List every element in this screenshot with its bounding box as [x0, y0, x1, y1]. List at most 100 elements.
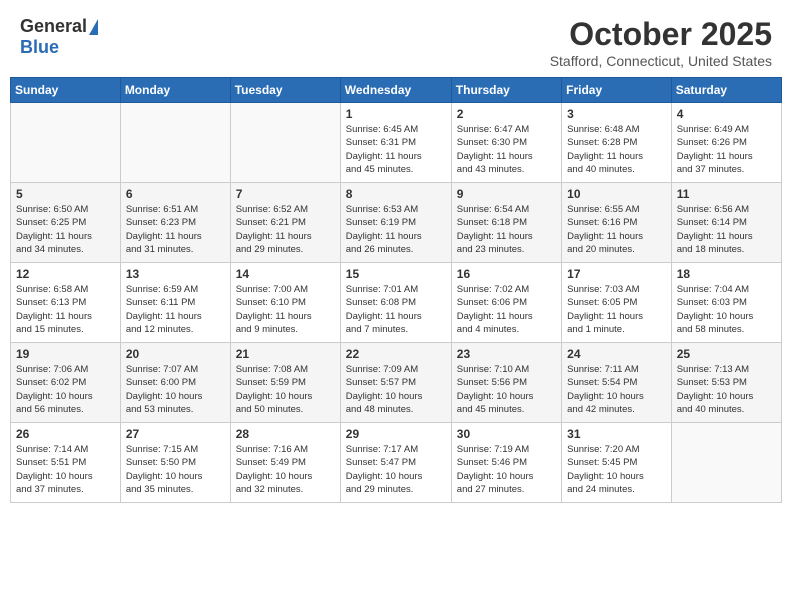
- calendar-cell: 12 Sunrise: 6:58 AM Sunset: 6:13 PM Dayli…: [11, 263, 121, 343]
- day-number: 25: [677, 347, 776, 361]
- day-info: Sunrise: 6:56 AM Sunset: 6:14 PM Dayligh…: [677, 203, 776, 256]
- day-info: Sunrise: 7:15 AM Sunset: 5:50 PM Dayligh…: [126, 443, 225, 496]
- calendar-cell: 19 Sunrise: 7:06 AM Sunset: 6:02 PM Dayli…: [11, 343, 121, 423]
- day-info: Sunrise: 7:01 AM Sunset: 6:08 PM Dayligh…: [346, 283, 446, 336]
- calendar-cell: 2Sunrise: 6:47 AM Sunset: 6:30 PM Daylig…: [451, 103, 561, 183]
- day-number: 4: [677, 107, 776, 121]
- day-number: 10: [567, 187, 666, 201]
- day-info: Sunrise: 7:04 AM Sunset: 6:03 PM Dayligh…: [677, 283, 776, 336]
- day-info: Sunrise: 7:03 AM Sunset: 6:05 PM Dayligh…: [567, 283, 666, 336]
- day-info: Sunrise: 6:47 AM Sunset: 6:30 PM Dayligh…: [457, 123, 556, 176]
- calendar-cell: [671, 423, 781, 503]
- calendar-cell: 30 Sunrise: 7:19 AM Sunset: 5:46 PM Dayli…: [451, 423, 561, 503]
- day-info: Sunrise: 7:06 AM Sunset: 6:02 PM Dayligh…: [16, 363, 115, 416]
- day-info: Sunrise: 6:52 AM Sunset: 6:21 PM Dayligh…: [236, 203, 335, 256]
- calendar-cell: 4 Sunrise: 6:49 AM Sunset: 6:26 PM Daylig…: [671, 103, 781, 183]
- logo-triangle-icon: [89, 19, 98, 35]
- day-number: 19: [16, 347, 115, 361]
- day-number: 18: [677, 267, 776, 281]
- day-number: 20: [126, 347, 225, 361]
- title-area: October 2025 Stafford, Connecticut, Unit…: [550, 16, 772, 69]
- day-info: Sunrise: 7:14 AM Sunset: 5:51 PM Dayligh…: [16, 443, 115, 496]
- day-number: 16: [457, 267, 556, 281]
- day-info: Sunrise: 6:50 AM Sunset: 6:25 PM Dayligh…: [16, 203, 115, 256]
- day-number: 29: [346, 427, 446, 441]
- day-info: Sunrise: 7:02 AM Sunset: 6:06 PM Dayligh…: [457, 283, 556, 336]
- day-info: Sunrise: 6:45 AM Sunset: 6:31 PM Dayligh…: [346, 123, 446, 176]
- location-title: Stafford, Connecticut, United States: [550, 53, 772, 69]
- day-number: 12: [16, 267, 115, 281]
- calendar-cell: 25 Sunrise: 7:13 AM Sunset: 5:53 PM Dayli…: [671, 343, 781, 423]
- day-info: Sunrise: 6:49 AM Sunset: 6:26 PM Dayligh…: [677, 123, 776, 176]
- calendar-cell: 23 Sunrise: 7:10 AM Sunset: 5:56 PM Dayli…: [451, 343, 561, 423]
- day-info: Sunrise: 7:10 AM Sunset: 5:56 PM Dayligh…: [457, 363, 556, 416]
- day-number: 13: [126, 267, 225, 281]
- day-number: 5: [16, 187, 115, 201]
- calendar-cell: 1 Sunrise: 6:45 AM Sunset: 6:31 PM Daylig…: [340, 103, 451, 183]
- calendar-cell: 17 Sunrise: 7:03 AM Sunset: 6:05 PM Dayli…: [562, 263, 672, 343]
- day-number: 9: [457, 187, 556, 201]
- calendar-cell: [230, 103, 340, 183]
- day-number: 22: [346, 347, 446, 361]
- day-info: Sunrise: 7:13 AM Sunset: 5:53 PM Dayligh…: [677, 363, 776, 416]
- day-info: Sunrise: 7:09 AM Sunset: 5:57 PM Dayligh…: [346, 363, 446, 416]
- calendar-cell: 5 Sunrise: 6:50 AM Sunset: 6:25 PM Daylig…: [11, 183, 121, 263]
- calendar-cell: 27Sunrise: 7:15 AM Sunset: 5:50 PM Dayli…: [120, 423, 230, 503]
- logo-general-text: General: [20, 16, 87, 37]
- day-number: 3: [567, 107, 666, 121]
- calendar-cell: 31 Sunrise: 7:20 AM Sunset: 5:45 PM Dayli…: [562, 423, 672, 503]
- calendar-cell: 7 Sunrise: 6:52 AM Sunset: 6:21 PM Daylig…: [230, 183, 340, 263]
- calendar-cell: 8Sunrise: 6:53 AM Sunset: 6:19 PM Daylig…: [340, 183, 451, 263]
- day-info: Sunrise: 6:54 AM Sunset: 6:18 PM Dayligh…: [457, 203, 556, 256]
- day-number: 7: [236, 187, 335, 201]
- day-info: Sunrise: 7:16 AM Sunset: 5:49 PM Dayligh…: [236, 443, 335, 496]
- day-number: 15: [346, 267, 446, 281]
- day-info: Sunrise: 7:19 AM Sunset: 5:46 PM Dayligh…: [457, 443, 556, 496]
- day-info: Sunrise: 7:00 AM Sunset: 6:10 PM Dayligh…: [236, 283, 335, 336]
- calendar-cell: 20 Sunrise: 7:07 AM Sunset: 6:00 PM Dayli…: [120, 343, 230, 423]
- day-info: Sunrise: 7:20 AM Sunset: 5:45 PM Dayligh…: [567, 443, 666, 496]
- day-info: Sunrise: 6:59 AM Sunset: 6:11 PM Dayligh…: [126, 283, 225, 336]
- calendar-cell: 18 Sunrise: 7:04 AM Sunset: 6:03 PM Dayli…: [671, 263, 781, 343]
- calendar-cell: 29Sunrise: 7:17 AM Sunset: 5:47 PM Dayli…: [340, 423, 451, 503]
- calendar-cell: 15 Sunrise: 7:01 AM Sunset: 6:08 PM Dayli…: [340, 263, 451, 343]
- month-title: October 2025: [550, 16, 772, 53]
- logo: General Blue: [20, 16, 98, 58]
- weekday-header: Monday: [120, 78, 230, 103]
- day-number: 30: [457, 427, 556, 441]
- day-number: 11: [677, 187, 776, 201]
- day-number: 26: [16, 427, 115, 441]
- calendar-cell: 26 Sunrise: 7:14 AM Sunset: 5:51 PM Dayli…: [11, 423, 121, 503]
- day-number: 6: [126, 187, 225, 201]
- calendar-table: SundayMondayTuesdayWednesdayThursdayFrid…: [10, 77, 782, 503]
- day-info: Sunrise: 7:07 AM Sunset: 6:00 PM Dayligh…: [126, 363, 225, 416]
- calendar-cell: 28 Sunrise: 7:16 AM Sunset: 5:49 PM Dayli…: [230, 423, 340, 503]
- weekday-header: Saturday: [671, 78, 781, 103]
- day-info: Sunrise: 7:11 AM Sunset: 5:54 PM Dayligh…: [567, 363, 666, 416]
- day-info: Sunrise: 6:51 AM Sunset: 6:23 PM Dayligh…: [126, 203, 225, 256]
- calendar-cell: 13 Sunrise: 6:59 AM Sunset: 6:11 PM Dayli…: [120, 263, 230, 343]
- day-info: Sunrise: 6:48 AM Sunset: 6:28 PM Dayligh…: [567, 123, 666, 176]
- calendar-cell: 24Sunrise: 7:11 AM Sunset: 5:54 PM Dayli…: [562, 343, 672, 423]
- weekday-header: Tuesday: [230, 78, 340, 103]
- day-info: Sunrise: 7:08 AM Sunset: 5:59 PM Dayligh…: [236, 363, 335, 416]
- day-number: 1: [346, 107, 446, 121]
- day-number: 31: [567, 427, 666, 441]
- calendar-cell: 21Sunrise: 7:08 AM Sunset: 5:59 PM Dayli…: [230, 343, 340, 423]
- day-number: 28: [236, 427, 335, 441]
- weekday-header: Friday: [562, 78, 672, 103]
- weekday-header: Sunday: [11, 78, 121, 103]
- logo-blue-text: Blue: [20, 37, 59, 57]
- calendar-cell: 16 Sunrise: 7:02 AM Sunset: 6:06 PM Dayli…: [451, 263, 561, 343]
- calendar-cell: 6 Sunrise: 6:51 AM Sunset: 6:23 PM Daylig…: [120, 183, 230, 263]
- page-header: General Blue October 2025 Stafford, Conn…: [10, 10, 782, 69]
- calendar-cell: 14Sunrise: 7:00 AM Sunset: 6:10 PM Dayli…: [230, 263, 340, 343]
- day-number: 23: [457, 347, 556, 361]
- calendar-cell: 9 Sunrise: 6:54 AM Sunset: 6:18 PM Daylig…: [451, 183, 561, 263]
- day-info: Sunrise: 6:58 AM Sunset: 6:13 PM Dayligh…: [16, 283, 115, 336]
- calendar-cell: 10Sunrise: 6:55 AM Sunset: 6:16 PM Dayli…: [562, 183, 672, 263]
- weekday-header: Thursday: [451, 78, 561, 103]
- day-number: 17: [567, 267, 666, 281]
- calendar-cell: 3 Sunrise: 6:48 AM Sunset: 6:28 PM Daylig…: [562, 103, 672, 183]
- calendar-cell: [120, 103, 230, 183]
